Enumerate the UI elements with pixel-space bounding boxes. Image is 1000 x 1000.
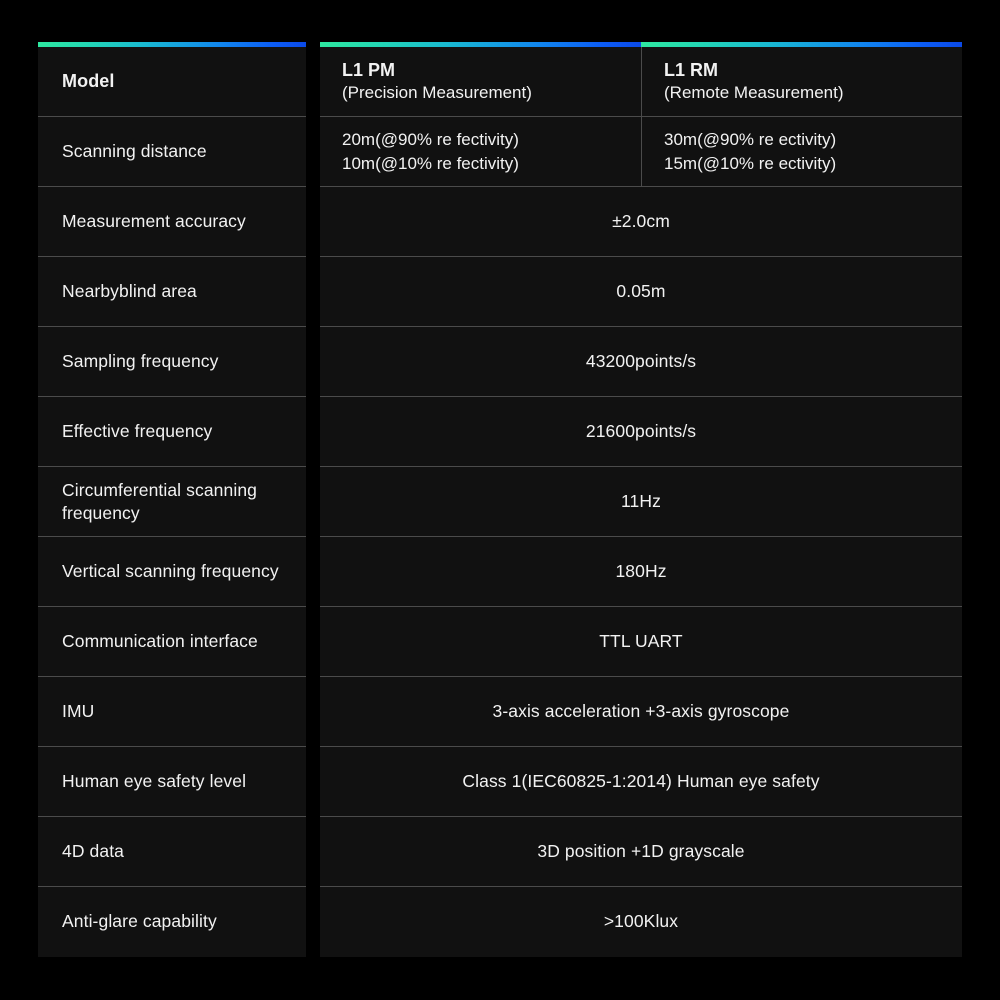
value-scanning-distance-pm-line1: 20m(@90% re fectivity) <box>342 129 519 149</box>
label-vertical-scanning-frequency: Vertical scanning frequency <box>38 537 306 607</box>
model-header-pm: L1 PM (Precision Measurement) <box>320 47 641 116</box>
label-measurement-accuracy: Measurement accuracy <box>38 187 306 257</box>
spec-sheet: Model Scanning distance Measurement accu… <box>0 0 1000 1000</box>
value-row-scanning-distance: 20m(@90% re fectivity) 10m(@10% re fecti… <box>320 117 962 187</box>
value-scanning-distance-pm: 20m(@90% re fectivity) 10m(@10% re fecti… <box>320 117 641 186</box>
value-anti-glare-capability: >100Klux <box>603 911 679 932</box>
label-scanning-distance: Scanning distance <box>38 117 306 187</box>
label-anti-glare-capability: Anti-glare capability <box>62 911 217 932</box>
value-vertical-scanning-frequency: 180Hz <box>320 537 962 607</box>
value-communication-interface: TTL UART <box>320 607 962 677</box>
model-subtitle-rm: (Remote Measurement) <box>664 83 844 103</box>
value-scanning-distance-rm-line2: 15m(@10% re ectivity) <box>664 153 837 173</box>
value-imu: 3-axis acceleration +3-axis gyroscope <box>320 677 962 747</box>
label-communication-interface: Communication interface <box>38 607 306 677</box>
value-column: L1 PM (Precision Measurement) L1 RM (Rem… <box>320 47 962 957</box>
value-4d-data: 3D position +1D grayscale <box>320 817 962 887</box>
value-human-eye-safety-level: Class 1(IEC60825-1:2014) Human eye safet… <box>320 747 962 817</box>
label-nearbyblind-area: Nearbyblind area <box>38 257 306 327</box>
label-sampling-frequency: Sampling frequency <box>38 327 306 397</box>
label-header: Model <box>38 47 306 117</box>
label-column: Model Scanning distance Measurement accu… <box>38 47 306 957</box>
column-gap <box>306 47 320 957</box>
specification-table: Model Scanning distance Measurement accu… <box>38 47 962 957</box>
label-human-eye-safety-level: Human eye safety level <box>38 747 306 817</box>
value-measurement-accuracy: ±2.0cm <box>320 187 962 257</box>
value-sampling-frequency: 43200points/s <box>320 327 962 397</box>
model-name-pm: L1 PM <box>342 59 396 80</box>
label-imu: IMU <box>38 677 306 747</box>
model-header-row: L1 PM (Precision Measurement) L1 RM (Rem… <box>320 47 962 117</box>
value-scanning-distance-pm-line2: 10m(@10% re fectivity) <box>342 153 519 173</box>
value-nearbyblind-area: 0.05m <box>320 257 962 327</box>
model-name-rm: L1 RM <box>664 59 718 80</box>
label-4d-data: 4D data <box>38 817 306 887</box>
label-effective-frequency: Effective frequency <box>38 397 306 467</box>
value-effective-frequency: 21600points/s <box>320 397 962 467</box>
value-circumferential-scanning-frequency: 11Hz <box>320 467 962 537</box>
model-header-rm: L1 RM (Remote Measurement) <box>641 47 962 116</box>
value-scanning-distance-rm-line1: 30m(@90% re ectivity) <box>664 129 837 149</box>
value-scanning-distance-rm: 30m(@90% re ectivity) 15m(@10% re ectivi… <box>641 117 962 186</box>
model-subtitle-pm: (Precision Measurement) <box>342 83 532 103</box>
label-circumferential-scanning-frequency: Circumferential scanning frequency <box>38 467 306 537</box>
